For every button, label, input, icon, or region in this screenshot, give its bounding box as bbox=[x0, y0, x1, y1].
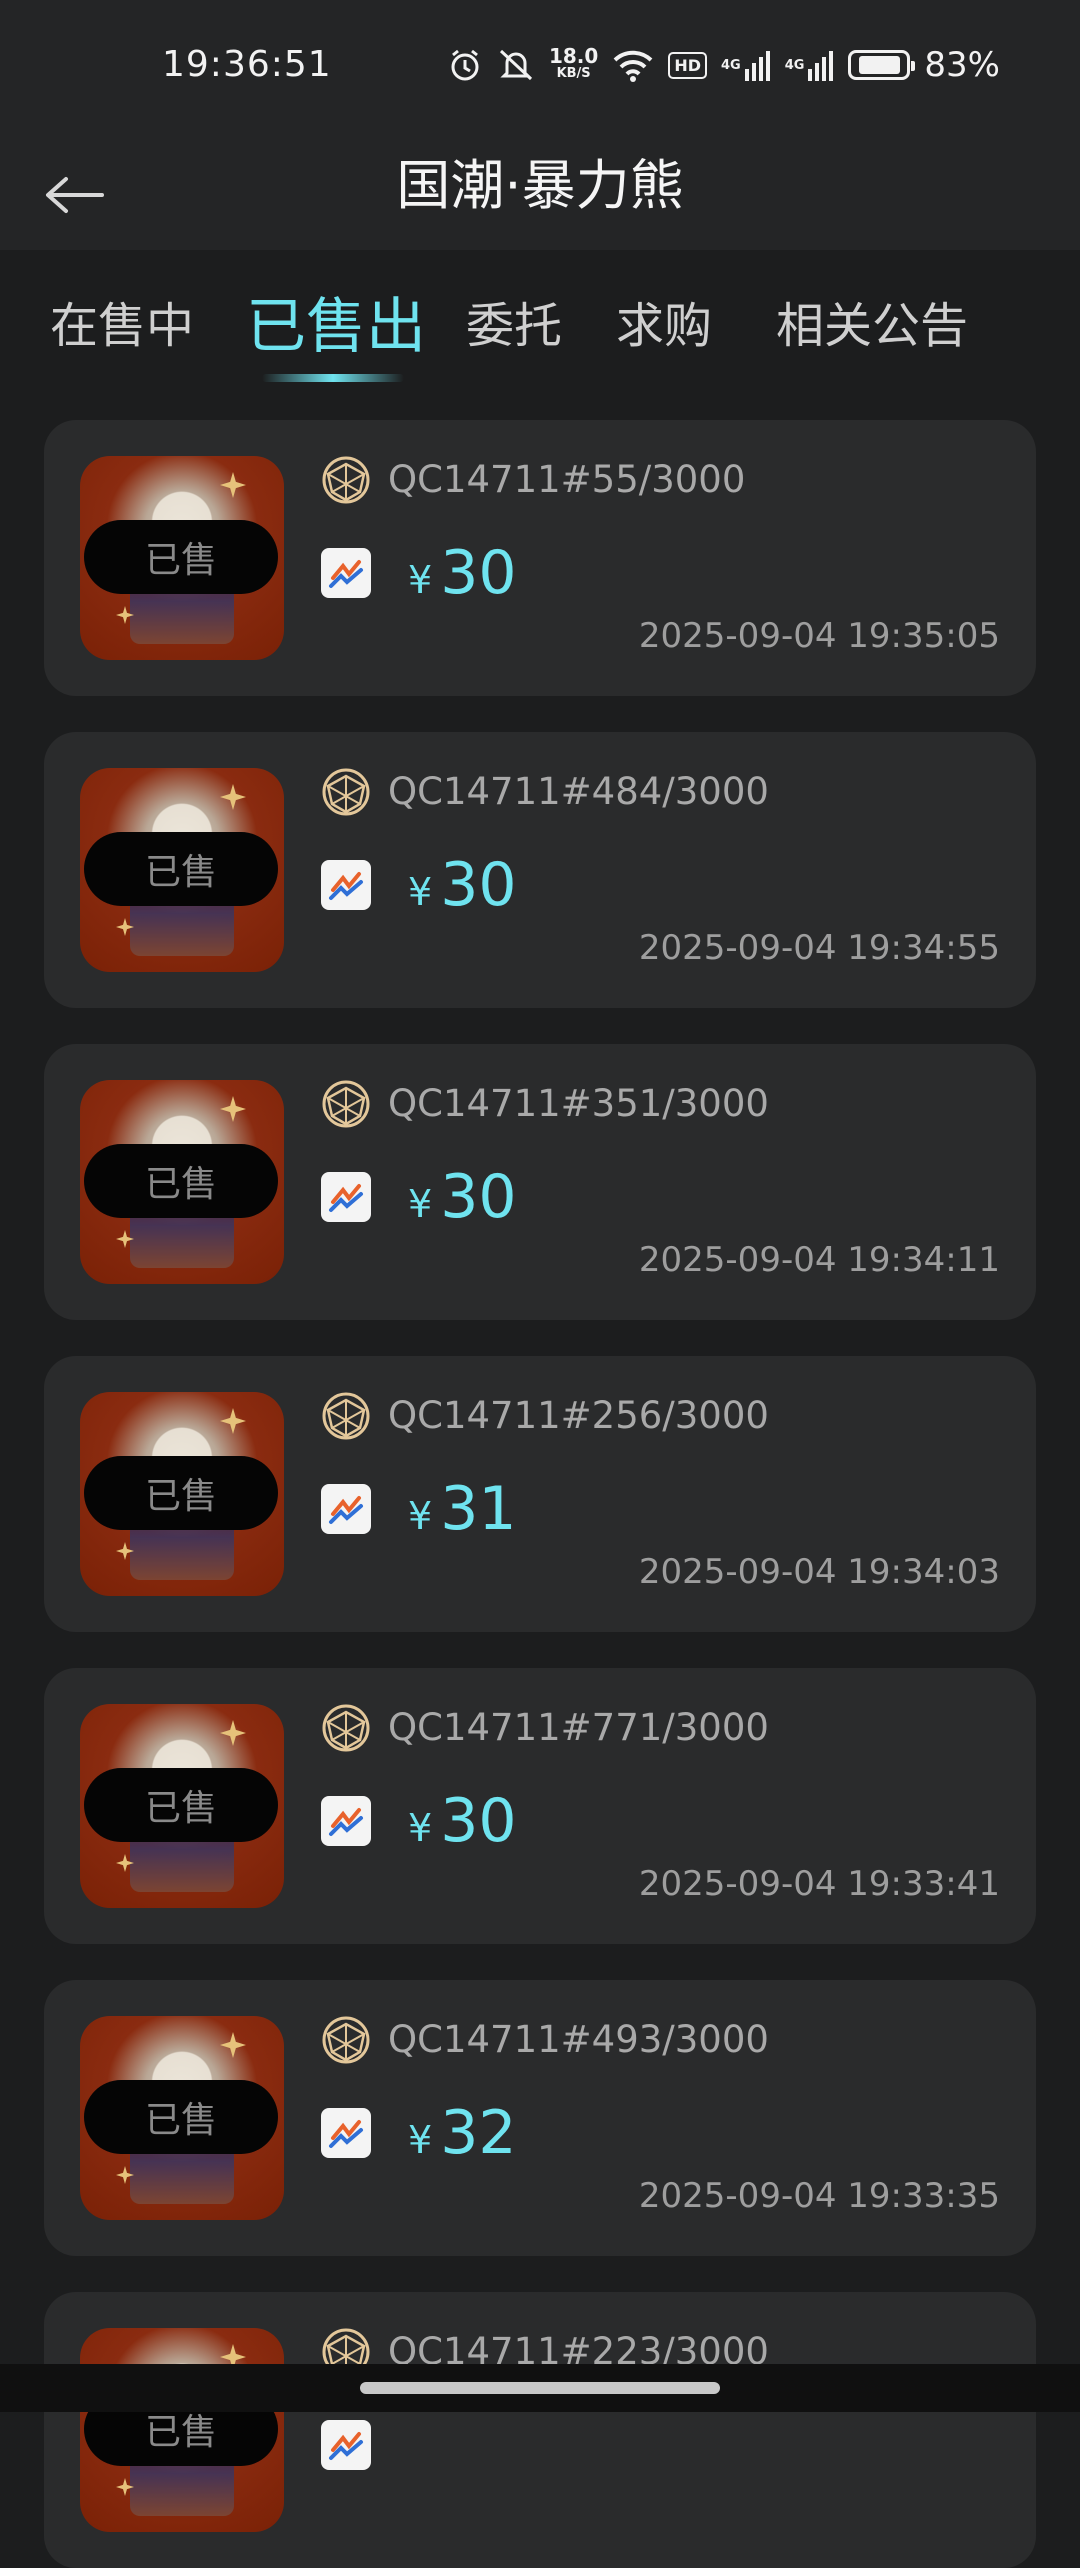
nft-thumbnail: 已售 bbox=[80, 768, 284, 972]
currency-symbol: ¥ bbox=[408, 870, 433, 914]
sold-timestamp: 2025-09-04 19:34:55 bbox=[638, 928, 1000, 968]
blockchain-icon bbox=[322, 456, 370, 504]
platform-logo-icon bbox=[321, 1484, 371, 1534]
token-id: QC14711#256/3000 bbox=[388, 1394, 769, 1437]
token-id: QC14711#55/3000 bbox=[388, 458, 746, 501]
token-id: QC14711#484/3000 bbox=[388, 770, 769, 813]
sold-timestamp: 2025-09-04 19:33:41 bbox=[638, 1864, 1000, 1904]
sale-price: ¥ 31 bbox=[408, 1474, 517, 1544]
sold-timestamp: 2025-09-04 19:33:35 bbox=[638, 2176, 1000, 2216]
hd-badge: HD bbox=[668, 51, 707, 79]
platform-logo-icon bbox=[321, 860, 371, 910]
sale-price: ¥ 30 bbox=[408, 1786, 517, 1856]
sold-badge: 已售 bbox=[84, 1144, 278, 1218]
currency-symbol: ¥ bbox=[408, 1494, 433, 1538]
tab-bar: 在售中 已售出 委托 求购 相关公告 bbox=[0, 250, 1080, 400]
price-value: 31 bbox=[440, 1474, 517, 1544]
nft-thumbnail: 已售 bbox=[80, 2016, 284, 2220]
sold-badge: 已售 bbox=[84, 1456, 278, 1530]
wifi-icon bbox=[612, 48, 654, 82]
tab-sold[interactable]: 已售出 bbox=[246, 278, 426, 365]
blockchain-icon bbox=[322, 1704, 370, 1752]
price-value: 30 bbox=[440, 1786, 517, 1856]
tab-consign[interactable]: 委托 bbox=[466, 286, 562, 356]
status-bar: 19:36:51 18.0 KB/S HD 4G 4G 83% bbox=[0, 0, 1080, 140]
battery-level bbox=[858, 56, 901, 74]
sold-timestamp: 2025-09-04 19:35:05 bbox=[638, 616, 1000, 656]
token-id: QC14711#351/3000 bbox=[388, 1082, 769, 1125]
blockchain-icon bbox=[322, 2016, 370, 2064]
list-item[interactable]: 已售 QC14711#351/3000 ¥ 30 2025-09-04 19:3… bbox=[44, 1044, 1036, 1320]
currency-symbol: ¥ bbox=[408, 1806, 433, 1850]
list-item[interactable]: 已售 QC14711#484/3000 ¥ 30 2025-09-04 19:3… bbox=[44, 732, 1036, 1008]
sold-badge: 已售 bbox=[84, 832, 278, 906]
battery-icon bbox=[848, 50, 916, 80]
sale-price: ¥ 30 bbox=[408, 850, 517, 920]
platform-logo-icon bbox=[321, 1172, 371, 1222]
currency-symbol: ¥ bbox=[408, 558, 433, 602]
sold-badge: 已售 bbox=[84, 1768, 278, 1842]
tab-announcements[interactable]: 相关公告 bbox=[776, 286, 968, 356]
nft-thumbnail: 已售 bbox=[80, 2328, 284, 2532]
alarm-icon bbox=[447, 47, 483, 83]
blockchain-icon bbox=[322, 768, 370, 816]
nft-thumbnail: 已售 bbox=[80, 1080, 284, 1284]
nft-thumbnail: 已售 bbox=[80, 1392, 284, 1596]
platform-logo-icon bbox=[321, 548, 371, 598]
list-item[interactable]: 已售 QC14711#256/3000 ¥ 31 2025-09-04 19:3… bbox=[44, 1356, 1036, 1632]
sold-timestamp: 2025-09-04 19:34:03 bbox=[638, 1552, 1000, 1592]
price-value: 30 bbox=[440, 850, 517, 920]
token-id: QC14711#493/3000 bbox=[388, 2018, 769, 2061]
sold-badge: 已售 bbox=[84, 520, 278, 594]
home-indicator[interactable] bbox=[360, 2382, 720, 2394]
platform-logo-icon bbox=[321, 1796, 371, 1846]
price-value: 32 bbox=[440, 2098, 517, 2168]
list-item[interactable]: 已售 QC14711#223/3000 bbox=[44, 2292, 1036, 2568]
currency-symbol: ¥ bbox=[408, 1182, 433, 1226]
nft-thumbnail: 已售 bbox=[80, 1704, 284, 1908]
blockchain-icon bbox=[322, 1080, 370, 1128]
sold-timestamp: 2025-09-04 19:34:11 bbox=[638, 1240, 1000, 1280]
price-value: 30 bbox=[440, 538, 517, 608]
list-item[interactable]: 已售 QC14711#493/3000 ¥ 32 2025-09-04 19:3… bbox=[44, 1980, 1036, 2256]
status-icons: 18.0 KB/S HD 4G 4G 83% bbox=[447, 40, 1000, 90]
tab-on-sale[interactable]: 在售中 bbox=[50, 286, 194, 356]
list-item[interactable]: 已售 QC14711#55/3000 ¥ 30 2025-09-04 19:35… bbox=[44, 420, 1036, 696]
battery-percent: 83% bbox=[924, 45, 1000, 85]
mute-icon bbox=[497, 47, 535, 83]
currency-symbol: ¥ bbox=[408, 2118, 433, 2162]
token-id: QC14711#771/3000 bbox=[388, 1706, 769, 1749]
platform-logo-icon bbox=[321, 2420, 371, 2470]
nft-thumbnail: 已售 bbox=[80, 456, 284, 660]
status-time: 19:36:51 bbox=[162, 44, 332, 85]
tab-wanted[interactable]: 求购 bbox=[616, 286, 712, 356]
net-speed: 18.0 KB/S bbox=[548, 44, 599, 81]
platform-logo-icon bbox=[321, 2108, 371, 2158]
sale-price: ¥ 30 bbox=[408, 1162, 517, 1232]
page-title: 国潮·暴力熊 bbox=[396, 154, 684, 217]
sale-price: ¥ 32 bbox=[408, 2098, 517, 2168]
signal-icon: 4G bbox=[785, 49, 835, 81]
list-item[interactable]: 已售 QC14711#771/3000 ¥ 30 2025-09-04 19:3… bbox=[44, 1668, 1036, 1944]
sold-badge: 已售 bbox=[84, 2080, 278, 2154]
active-tab-indicator bbox=[262, 374, 404, 382]
signal-icon: 4G bbox=[721, 49, 771, 81]
price-value: 30 bbox=[440, 1162, 517, 1232]
blockchain-icon bbox=[322, 1392, 370, 1440]
sale-price: ¥ 30 bbox=[408, 538, 517, 608]
